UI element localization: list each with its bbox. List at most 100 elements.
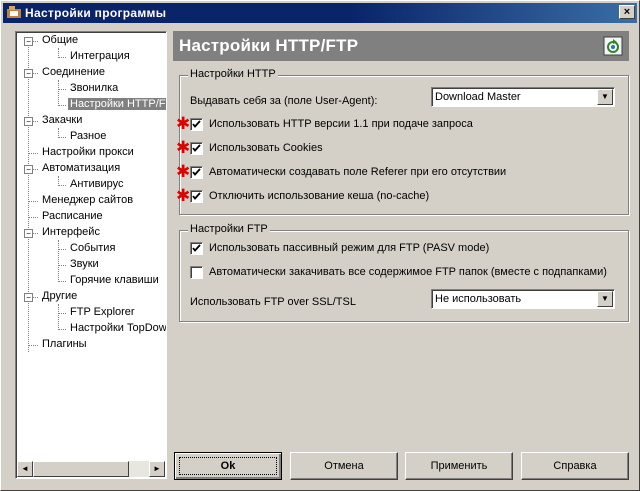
chevron-down-icon[interactable]: ▼ [597, 291, 613, 307]
tree-line [58, 89, 66, 90]
tree-item[interactable]: Автоматизация [40, 161, 122, 176]
checkbox-label: Автоматически закачивать все содержимое … [209, 266, 607, 278]
checkbox-label: Использовать Cookies [209, 142, 323, 154]
checkbox-label: Использовать HTTP версии 1.1 при подаче … [209, 118, 473, 130]
tree-line [58, 249, 66, 250]
close-button[interactable]: × [619, 5, 635, 19]
help-label: Справка [553, 460, 597, 472]
checkbox-label: Отключить использование кеша (no-cache) [209, 190, 430, 202]
tree-item[interactable]: Горячие клавиши [68, 273, 161, 288]
tree-line [58, 185, 66, 186]
ok-button[interactable]: Ok [174, 452, 282, 480]
tree-line [58, 48, 59, 56]
scroll-thumb[interactable] [33, 461, 129, 477]
collapse-icon[interactable]: − [24, 293, 33, 302]
tree-item-label: Автоматизация [42, 162, 121, 174]
checkbox-label: Использовать пассивный режим для FTP (PA… [209, 242, 490, 254]
page-title: Настройки HTTP/FTP [179, 36, 359, 55]
scroll-left-button[interactable]: ◄ [17, 461, 33, 477]
window-title: Настройки программы [25, 6, 167, 20]
checkbox[interactable] [190, 118, 203, 131]
tree-item[interactable]: Настройки HTTP/FTP [68, 97, 166, 112]
tree-item[interactable]: Звуки [68, 257, 101, 272]
required-star-icon: ✱ [176, 162, 191, 181]
tree-item-label: События [70, 242, 116, 254]
tree-item-label: Расписание [42, 210, 103, 222]
scroll-right-button[interactable]: ► [149, 461, 165, 477]
checkbox[interactable] [190, 266, 203, 279]
close-icon: × [623, 6, 631, 18]
tree-item-label: Другие [42, 290, 78, 302]
checkbox[interactable] [190, 190, 203, 203]
app-icon [7, 6, 21, 18]
tree-item[interactable]: Расписание [40, 209, 105, 224]
tree-item[interactable]: Соединение [40, 65, 107, 80]
tree-item[interactable]: События [68, 241, 117, 256]
tree-line [58, 304, 59, 328]
tree-item[interactable]: Общие [40, 33, 80, 48]
checkbox-label: Автоматически создавать поле Referer при… [209, 166, 507, 178]
tree-item-label: Закачки [42, 114, 83, 126]
chevron-down-icon[interactable]: ▼ [597, 89, 613, 105]
tree-item-label: Настройки TopDownloads [70, 322, 167, 334]
page-header: Настройки HTTP/FTP [173, 31, 629, 61]
tree-item-label: Плагины [42, 338, 87, 350]
checkbox[interactable] [190, 166, 203, 179]
tree-line [28, 217, 38, 218]
required-star-icon: ✱ [176, 186, 191, 205]
settings-tree[interactable]: Общие − Интеграция Соединение − Звонилка Настр… [15, 31, 167, 479]
collapse-icon[interactable]: − [24, 165, 33, 174]
tree-line [28, 201, 38, 202]
tree-item[interactable]: Другие [40, 289, 79, 304]
tree-item[interactable]: FTP Explorer [68, 305, 137, 320]
refresh-icon[interactable] [603, 36, 623, 56]
tree-item[interactable]: Интеграция [68, 49, 132, 64]
checkbox[interactable] [190, 242, 203, 255]
apply-button[interactable]: Применить [405, 452, 513, 480]
title-bar[interactable]: Настройки программы × [3, 3, 637, 23]
collapse-icon[interactable]: − [24, 69, 33, 78]
tree-item[interactable]: Интерфейс [40, 225, 102, 240]
tree-line [58, 329, 66, 330]
tree-line [58, 240, 59, 280]
arrow-right-icon: ► [153, 464, 161, 473]
checkbox[interactable] [190, 142, 203, 155]
tree-item-label: Интерфейс [42, 226, 100, 238]
tree-item[interactable]: Антивирус [68, 177, 125, 192]
settings-window: Настройки программы × Общие − Интеграция Со… [0, 0, 640, 491]
user-agent-value: Download Master [435, 91, 521, 103]
tree-item[interactable]: Плагины [40, 337, 89, 352]
tree-item-label: Настройки прокси [42, 146, 134, 158]
tree-line [28, 153, 38, 154]
ssl-select[interactable]: Не использовать ▼ [431, 289, 615, 309]
user-agent-label: Выдавать себя за (поле User-Agent): [190, 95, 378, 107]
cancel-button[interactable]: Отмена [290, 452, 398, 480]
tree-line [58, 57, 66, 58]
tree-item-label: FTP Explorer [70, 306, 135, 318]
tree-line [58, 128, 59, 136]
tree-horizontal-scrollbar[interactable]: ◄ ► [17, 461, 165, 477]
tree-item[interactable]: Настройки TopDownloads [68, 321, 167, 336]
tree-item[interactable]: Менеджер сайтов [40, 193, 135, 208]
tree-item-label: Звонилка [70, 82, 119, 94]
tree-line [28, 42, 29, 352]
ssl-label: Использовать FTP over SSL/TSL [190, 296, 356, 308]
tree-item-label: Горячие клавиши [70, 274, 159, 286]
tree-item-label: Разное [70, 130, 107, 142]
tree-line [58, 105, 66, 106]
tree-line [58, 281, 66, 282]
tree-item-label: Настройки HTTP/FTP [68, 98, 166, 110]
required-star-icon: ✱ [176, 114, 191, 133]
tree-item[interactable]: Разное [68, 129, 108, 144]
collapse-icon[interactable]: − [24, 37, 33, 46]
tree-item[interactable]: Настройки прокси [40, 145, 136, 160]
tree-line [58, 265, 66, 266]
tree-item[interactable]: Закачки [40, 113, 84, 128]
user-agent-select[interactable]: Download Master ▼ [431, 87, 615, 107]
help-button[interactable]: Справка [521, 452, 629, 480]
tree-item-label: Интеграция [70, 50, 130, 62]
apply-label: Применить [430, 460, 488, 472]
collapse-icon[interactable]: − [24, 229, 33, 238]
collapse-icon[interactable]: − [24, 117, 33, 126]
tree-item[interactable]: Звонилка [68, 81, 120, 96]
